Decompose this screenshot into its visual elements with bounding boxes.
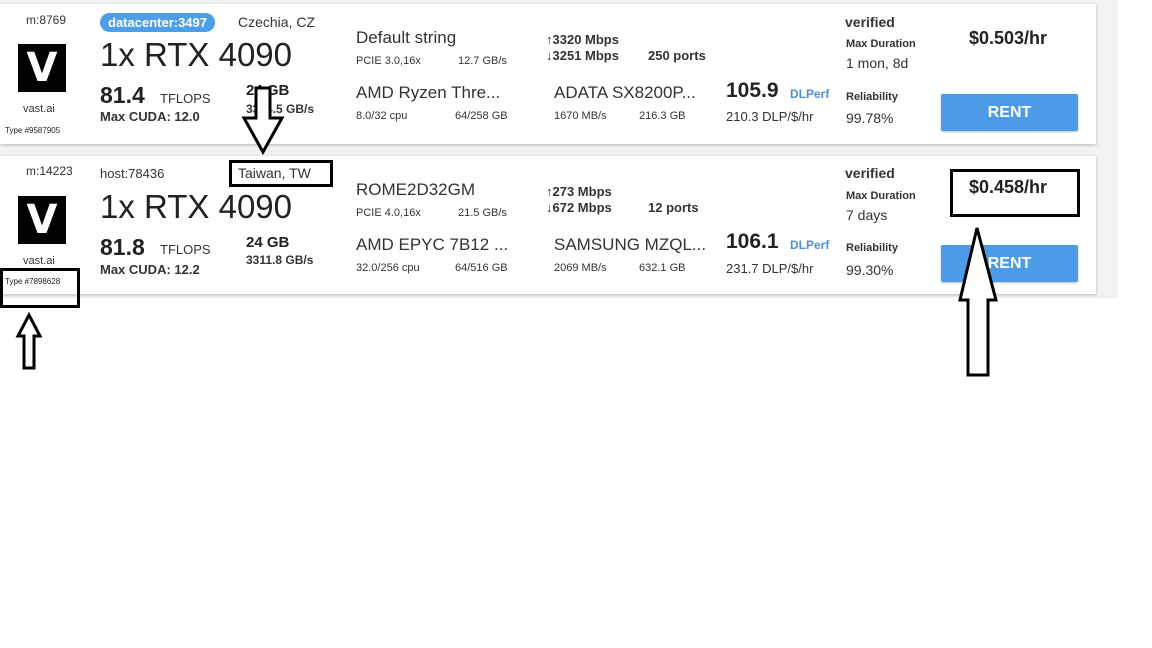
annotation-arrows [15,86,998,377]
annotation-arrow-up-icon [958,227,998,377]
annotation-arrow-down-icon [241,86,285,156]
annotation-arrow-up-icon [15,311,43,370]
